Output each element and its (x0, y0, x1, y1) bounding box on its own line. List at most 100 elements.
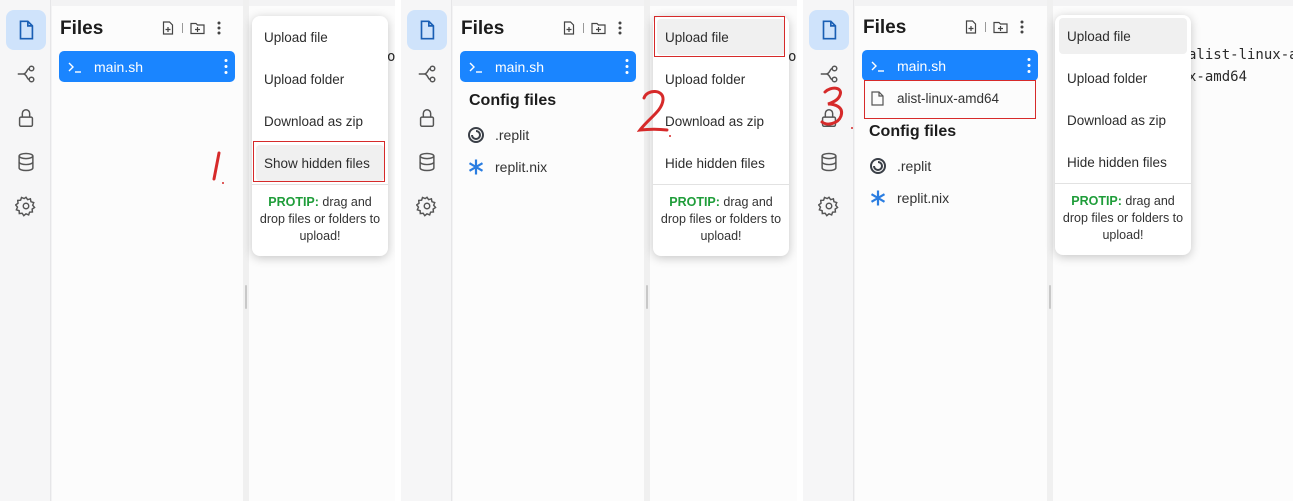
menu-item-download-zip[interactable]: Download as zip (256, 103, 384, 139)
settings-tool-button[interactable] (6, 186, 46, 226)
file-item-main-sh[interactable]: main.sh (460, 51, 636, 82)
shell-icon (871, 60, 897, 72)
menu-item-download-zip[interactable]: Download as zip (1059, 102, 1187, 138)
menu-item-upload-folder[interactable]: Upload folder (657, 61, 785, 97)
kebab-icon[interactable] (1027, 57, 1031, 74)
kebab-icon (1020, 20, 1024, 34)
secrets-tool-button[interactable] (6, 98, 46, 138)
step-number-annotation: 2 (637, 90, 671, 137)
new-file-button[interactable] (561, 20, 577, 36)
step-1-panel: Files main.sh o Upload file Upload folde… (0, 0, 395, 501)
config-item-label: .replit (897, 158, 932, 174)
menu-item-upload-folder[interactable]: Upload folder (256, 61, 384, 97)
new-file-icon (162, 21, 174, 35)
pane-title: Files (60, 18, 104, 39)
kebab-icon[interactable] (625, 58, 629, 75)
database-tool-button[interactable] (6, 142, 46, 182)
files-tool-button[interactable] (809, 10, 849, 50)
menu-separator (653, 184, 789, 185)
nix-icon (467, 158, 495, 176)
config-item-label: replit.nix (897, 190, 950, 206)
database-icon (419, 152, 435, 172)
resizer-grip[interactable] (1049, 285, 1051, 309)
resizer-grip[interactable] (245, 285, 247, 309)
menu-item-upload-file[interactable]: Upload file (256, 19, 384, 55)
database-icon (821, 152, 837, 172)
new-file-button[interactable] (160, 20, 176, 36)
replit-icon (467, 126, 495, 144)
action-separator (182, 23, 183, 33)
new-folder-icon (992, 21, 1008, 34)
step-number-annotation: 3 (820, 86, 853, 129)
sidebar-rail (401, 0, 452, 501)
editor-line: x-amd64 (1188, 69, 1248, 85)
files-tool-button[interactable] (407, 10, 447, 50)
menu-item-upload-file[interactable]: Upload file (1059, 18, 1187, 54)
config-item-replit[interactable]: .replit (869, 157, 931, 175)
kebab-icon[interactable] (224, 58, 228, 75)
nix-icon (869, 189, 897, 207)
file-icon (420, 20, 435, 40)
files-options-menu: Upload file Upload folder Download as zi… (252, 16, 388, 256)
new-folder-button[interactable] (189, 20, 205, 36)
new-file-button[interactable] (963, 19, 979, 35)
settings-tool-button[interactable] (407, 186, 447, 226)
menu-item-hide-hidden-files[interactable]: Hide hidden files (657, 145, 785, 181)
menu-separator (1055, 183, 1191, 184)
new-folder-icon (189, 22, 205, 35)
version-control-icon (418, 65, 436, 83)
config-item-replit-nix[interactable]: replit.nix (869, 189, 949, 207)
git-tool-button[interactable] (6, 54, 46, 94)
config-item-replit[interactable]: .replit (467, 126, 529, 144)
menu-separator (252, 184, 388, 185)
git-tool-button[interactable] (407, 54, 447, 94)
config-item-label: replit.nix (495, 159, 548, 175)
step-2-panel: Files main.sh Config files .replit repli… (401, 0, 797, 501)
editor-line: o (788, 49, 797, 65)
file-icon (19, 20, 34, 40)
action-separator (583, 23, 584, 33)
config-item-replit-nix[interactable]: replit.nix (467, 158, 547, 176)
files-pane: Files main.sh (52, 6, 243, 501)
file-item-main-sh[interactable]: main.sh (59, 51, 235, 82)
protip: PROTIP: drag and drop files or folders t… (659, 194, 783, 245)
editor-line: o (387, 49, 395, 65)
version-control-icon (17, 65, 35, 83)
settings-tool-button[interactable] (809, 186, 849, 226)
menu-item-upload-folder[interactable]: Upload folder (1059, 60, 1187, 96)
files-tool-button[interactable] (6, 10, 46, 50)
new-folder-button[interactable] (992, 19, 1008, 35)
database-tool-button[interactable] (407, 142, 447, 182)
more-options-button[interactable] (612, 20, 628, 36)
menu-item-hide-hidden-files[interactable]: Hide hidden files (1059, 144, 1187, 180)
secrets-tool-button[interactable] (407, 98, 447, 138)
replit-icon (869, 157, 897, 175)
pane-title: Files (461, 18, 505, 39)
file-name: main.sh (495, 58, 545, 75)
shell-icon (469, 61, 495, 73)
new-file-icon (965, 20, 977, 34)
menu-item-download-zip[interactable]: Download as zip (657, 103, 785, 139)
more-options-button[interactable] (211, 20, 227, 36)
database-tool-button[interactable] (809, 142, 849, 182)
config-files-heading: Config files (469, 92, 557, 109)
config-item-label: .replit (495, 127, 530, 143)
file-item-main-sh[interactable]: main.sh (862, 50, 1038, 81)
more-options-button[interactable] (1014, 19, 1030, 35)
resizer-grip[interactable] (646, 285, 648, 309)
version-control-icon (820, 65, 838, 83)
gear-icon (416, 196, 437, 217)
step-number-annotation: 1 (212, 151, 224, 184)
action-separator (985, 22, 986, 32)
lock-icon (18, 109, 34, 127)
shell-icon (68, 61, 94, 73)
protip-label: PROTIP: (1071, 194, 1122, 208)
highlight-box (253, 141, 385, 182)
files-pane: Files main.sh Config files .replit repli… (453, 6, 644, 501)
pane-actions (561, 20, 628, 36)
pane-title: Files (863, 17, 907, 38)
protip-label: PROTIP: (669, 195, 720, 209)
highlight-box (654, 16, 785, 57)
config-files-heading: Config files (869, 123, 957, 140)
new-folder-button[interactable] (590, 20, 606, 36)
